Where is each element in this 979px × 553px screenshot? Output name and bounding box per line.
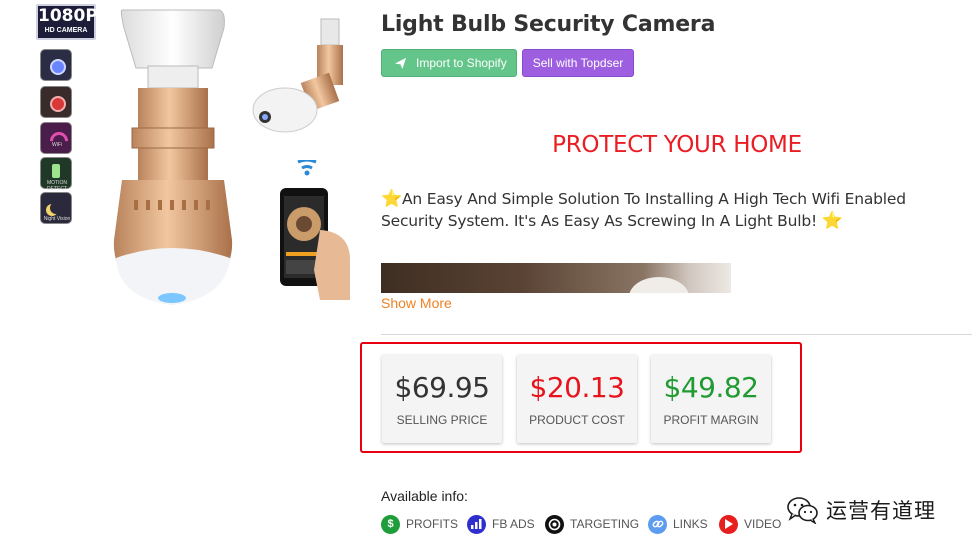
show-more-link[interactable]: Show More — [381, 295, 452, 311]
available-info-label: Available info: — [381, 488, 468, 504]
target-icon — [545, 514, 564, 534]
resolution-badge: 1080P HD CAMERA — [36, 4, 98, 40]
link-icon — [648, 514, 667, 534]
video-link[interactable]: VIDEO — [719, 514, 781, 534]
fb-ads-link[interactable]: FB ADS — [467, 514, 535, 534]
links-label: LINKS — [673, 517, 708, 531]
wechat-icon — [787, 497, 818, 524]
product-title: Light Bulb Security Camera — [381, 12, 716, 37]
description-video-thumbnail[interactable] — [381, 263, 731, 293]
profits-link[interactable]: $ PROFITS — [381, 514, 458, 534]
play-icon — [719, 514, 738, 534]
night-caption: Night Vision — [43, 216, 71, 222]
phone-app-image — [280, 160, 350, 300]
camera-icon — [40, 49, 72, 81]
description-text: ⭐An Easy And Simple Solution To Installi… — [381, 188, 961, 232]
selling-price-value: $69.95 — [394, 371, 490, 404]
product-cost-label: PRODUCT COST — [529, 413, 625, 427]
dollar-icon: $ — [381, 514, 400, 534]
selling-price-card: $69.95 SELLING PRICE — [382, 355, 502, 443]
product-cost-value: $20.13 — [529, 371, 625, 404]
star-icon: ⭐ — [821, 211, 843, 231]
wifi-caption: WiFi — [52, 142, 62, 148]
side-bulb-image — [252, 18, 343, 133]
product-image: 1080P HD CAMERA WiFi MOTION DETECT Night… — [28, 0, 363, 310]
fb-ads-label: FB ADS — [492, 517, 535, 531]
profit-margin-label: PROFIT MARGIN — [663, 413, 759, 427]
profit-margin-card: $49.82 PROFIT MARGIN — [651, 355, 771, 443]
links-link[interactable]: LINKS — [648, 514, 708, 534]
resolution-badge-main: 1080P — [38, 6, 98, 26]
import-to-shopify-button[interactable]: Import to Shopify — [381, 49, 517, 77]
sell-with-topdser-label: Sell with Topdser — [532, 56, 624, 70]
bulb-camera-image — [113, 9, 233, 305]
paper-plane-icon — [394, 57, 407, 69]
video-label: VIDEO — [744, 517, 782, 531]
record-icon — [40, 86, 72, 118]
watermark-text: 运营有道理 — [826, 499, 936, 523]
profits-label: PROFITS — [406, 517, 459, 531]
sell-with-topdser-button[interactable]: Sell with Topdser — [522, 49, 634, 77]
resolution-badge-sub: HD CAMERA — [44, 27, 88, 34]
import-to-shopify-label: Import to Shopify — [416, 56, 507, 70]
watermark: 运营有道理 — [786, 496, 936, 524]
motion-caption: MOTION DETECT — [47, 180, 67, 192]
profit-margin-value: $49.82 — [663, 371, 759, 404]
targeting-link[interactable]: TARGETING — [545, 514, 639, 534]
star-icon: ⭐ — [381, 189, 402, 209]
targeting-label: TARGETING — [570, 517, 640, 531]
description-heading: PROTECT YOUR HOME — [552, 132, 802, 158]
selling-price-label: SELLING PRICE — [396, 413, 488, 427]
product-cost-card: $20.13 PRODUCT COST — [517, 355, 637, 443]
wifi-icon — [40, 122, 72, 154]
divider — [381, 334, 972, 335]
bar-chart-icon — [467, 514, 486, 534]
